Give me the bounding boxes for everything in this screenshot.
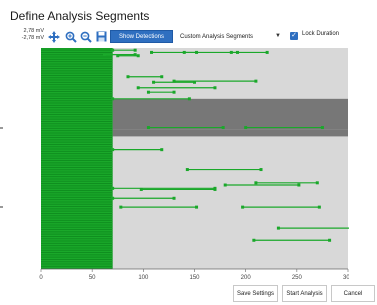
segments-plot-svg: 0 50 100 150 200 250 300 [39,48,354,281]
toolbar: 2,78 mV -2,78 mV Show Detections Custom … [14,27,363,47]
segment-start-handle [111,186,115,190]
x-tick-label: 100 [138,275,149,281]
segment-start-handle [119,205,123,209]
segment-end-handle [315,181,319,185]
x-tick-label: 300 [343,275,349,281]
save-settings-button[interactable]: Save Settings [233,285,278,302]
segment-end-handle [265,50,269,54]
show-detections-button[interactable]: Show Detections [110,30,173,43]
highlight-band [112,98,348,130]
segment-start-handle [139,187,143,191]
segment-type-value: Custom Analysis Segments [180,33,254,40]
segment-start-handle [254,181,258,185]
segment-start-handle [252,238,256,242]
segment-end-handle [297,183,301,187]
segment-start-handle [172,79,176,83]
segment-start-handle [150,50,154,54]
segment-start-handle [152,80,156,84]
segment-end-handle [172,90,176,94]
dialog-title: Define Analysis Segments [10,9,150,23]
segment-start-handle [185,168,189,172]
x-tick-label: 250 [292,275,303,281]
segment-end-handle [259,168,263,172]
x-tick-label: 150 [189,275,200,281]
left-edge-mark [0,206,3,208]
segment-start-handle [111,148,115,152]
segment-end-handle [172,196,176,200]
start-analysis-button[interactable]: Start Analysis [282,285,327,302]
segment-start-handle [116,54,120,58]
segment-type-select[interactable]: Custom Analysis Segments ▼ [177,30,287,43]
x-tick-label: 0 [39,275,43,281]
segment-end-handle [320,126,324,130]
define-analysis-segments-dialog: Define Analysis Segments 2,78 mV -2,78 m… [0,0,377,305]
segment-end-handle [317,205,321,209]
chevron-down-icon: ▼ [275,33,281,39]
segment-end-handle [187,97,191,101]
lock-duration-checkbox[interactable]: ✓ [290,32,298,40]
segment-end-handle [213,187,217,191]
segment-end-handle [136,54,140,58]
segment-start-handle [223,183,227,187]
lock-duration-label: Lock Duration [302,31,340,37]
segment-start-handle [111,196,115,200]
segment-start-handle [111,97,115,101]
segment-start-handle [136,86,140,90]
segment-end-handle [133,48,137,52]
x-tick-label: 50 [89,275,96,281]
left-edge-mark [0,127,3,129]
amplitude-scale: 2,78 mV -2,78 mV [18,28,44,42]
zoom-in-icon[interactable] [64,29,77,44]
segment-end-handle [195,205,199,209]
zoom-out-icon[interactable] [79,29,92,44]
segment-end-handle [221,126,225,130]
segment-start-handle [182,50,186,54]
segment-start-handle [241,205,245,209]
pan-icon[interactable] [47,29,60,44]
segments-plot[interactable]: 0 50 100 150 200 250 300 [37,48,354,291]
segment-start-handle [276,226,280,230]
segment-start-handle [229,50,233,54]
segment-start-handle [126,75,130,79]
cancel-button[interactable]: Cancel [331,285,375,302]
scale-bottom: -2,78 mV [21,35,44,41]
segment-end-handle [328,238,332,242]
segment-start-handle [146,126,150,130]
segment-end-handle [213,86,217,90]
segment-start-handle [244,126,248,130]
save-icon[interactable] [95,29,107,44]
x-tick-label: 200 [241,275,252,281]
highlight-band [112,129,348,137]
segment-start-handle [146,90,150,94]
segment-end-handle [160,148,164,152]
segment-end-handle [254,79,258,83]
segment-end-handle [160,75,164,79]
segment-start-handle [102,53,106,57]
scale-top: 2,78 mV [23,28,44,34]
segment-start-handle [111,48,115,52]
